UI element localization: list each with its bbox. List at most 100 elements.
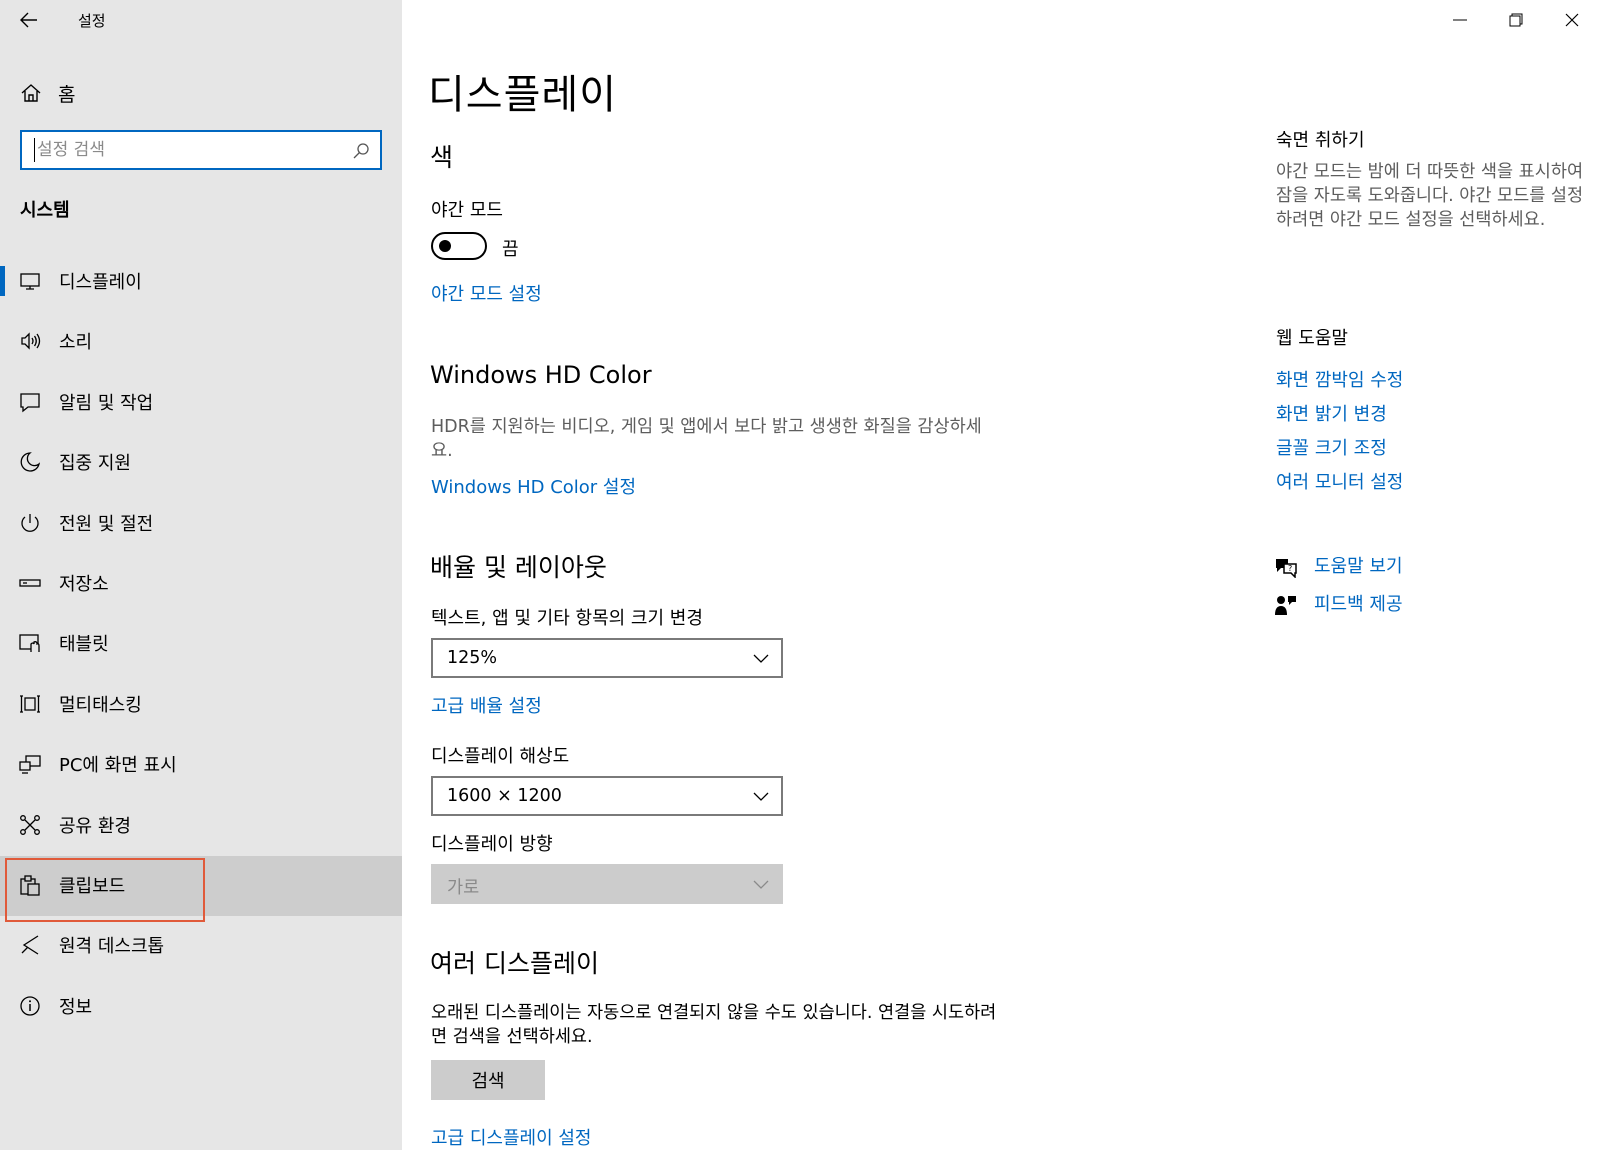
sidebar-item-clipboard[interactable]: 클립보드 [0, 855, 402, 922]
advanced-scale-link[interactable]: 고급 배율 설정 [431, 692, 542, 718]
sidebar-item-notifications[interactable]: 알림 및 작업 [0, 373, 402, 433]
search-input[interactable] [34, 138, 334, 162]
maximize-button[interactable] [1488, 0, 1544, 40]
orientation-dropdown[interactable]: 가로 [431, 864, 783, 904]
chevron-down-icon [753, 880, 769, 889]
sidebar-item-label: 저장소 [59, 573, 109, 595]
sidebar-item-label: 집중 지원 [59, 453, 131, 475]
sidebar-item-tablet[interactable]: 태블릿 [0, 614, 402, 674]
hdr-description: HDR를 지원하는 비디오, 게임 및 앱에서 보다 밝고 생생한 화질을 감상… [431, 417, 982, 461]
scale-section-title: 배율 및 레이아웃 [430, 553, 607, 582]
home-label: 홈 [58, 84, 76, 106]
orientation-label: 디스플레이 방향 [431, 834, 553, 855]
web-help-link-brightness[interactable]: 화면 밝기 변경 [1276, 400, 1387, 426]
sidebar-item-focus-assist[interactable]: 집중 지원 [0, 433, 402, 493]
web-help-link-multi-monitor[interactable]: 여러 모니터 설정 [1276, 468, 1403, 494]
sidebar-item-storage[interactable]: 저장소 [0, 554, 402, 614]
resolution-value: 1600 × 1200 [447, 786, 562, 806]
storage-icon [19, 579, 41, 587]
clipboard-icon [20, 875, 40, 896]
minimize-button[interactable] [1432, 0, 1488, 40]
moon-icon [20, 452, 41, 472]
restore-icon [1509, 13, 1523, 27]
project-icon [19, 755, 41, 774]
info-icon [20, 996, 40, 1016]
monitor-icon [20, 273, 40, 290]
sidebar-item-label: 태블릿 [59, 634, 109, 656]
hdr-settings-link[interactable]: Windows HD Color 설정 [431, 473, 636, 499]
tablet-icon [19, 634, 40, 653]
home-icon [21, 84, 41, 102]
sidebar-item-multitasking[interactable]: 멀티태스킹 [0, 675, 402, 735]
sidebar-item-label: 소리 [59, 332, 93, 354]
remote-desktop-icon [21, 935, 39, 955]
speaker-icon [21, 332, 41, 350]
orientation-value: 가로 [447, 878, 480, 898]
sleep-description: 야간 모드는 밤에 더 따뜻한 색을 표시하여 잠을 자도록 도와줍니다. 야간… [1276, 162, 1584, 230]
sidebar-item-label: 클립보드 [59, 875, 126, 897]
sidebar-item-label: 정보 [59, 996, 93, 1018]
sidebar: 설정 홈 시스템 디스플레이 소리 알림 및 작업 집중 지원 전원 및 절전 [0, 0, 402, 1150]
selection-indicator [0, 266, 5, 296]
search-icon[interactable] [352, 142, 370, 160]
sidebar-item-label: PC에 화면 표시 [59, 755, 177, 777]
sidebar-item-label: 멀티태스킹 [59, 694, 142, 716]
sidebar-item-label: 알림 및 작업 [59, 392, 154, 414]
sleep-title: 숙면 취하기 [1276, 130, 1365, 151]
notification-icon [20, 393, 40, 413]
advanced-display-settings-link[interactable]: 고급 디스플레이 설정 [431, 1124, 591, 1150]
title-bar: 설정 [0, 0, 402, 40]
multi-display-description: 오래된 디스플레이는 자동으로 연결되지 않을 수도 있습니다. 연결을 시도하… [431, 1003, 997, 1047]
sidebar-item-shared-experiences[interactable]: 공유 환경 [0, 796, 402, 856]
resolution-label: 디스플레이 해상도 [431, 746, 570, 767]
section-title: 시스템 [20, 200, 70, 221]
toggle-state-label: 끔 [502, 239, 519, 260]
sidebar-item-display[interactable]: 디스플레이 [0, 252, 402, 312]
chevron-down-icon [753, 792, 769, 801]
power-icon [21, 513, 39, 532]
close-button[interactable] [1544, 0, 1600, 40]
color-section-title: 색 [430, 143, 454, 172]
toggle-knob [439, 240, 451, 252]
sidebar-item-sound[interactable]: 소리 [0, 312, 402, 372]
home-nav-item[interactable]: 홈 [0, 72, 402, 112]
night-mode-label: 야간 모드 [431, 200, 503, 221]
multitasking-icon [20, 695, 40, 713]
get-help-link[interactable]: ? 도움말 보기 [1274, 552, 1474, 582]
help-chat-icon: ? [1276, 559, 1297, 578]
sidebar-item-project-to-pc[interactable]: PC에 화면 표시 [0, 735, 402, 795]
scale-value: 125% [447, 648, 498, 668]
back-arrow-icon [20, 12, 37, 28]
night-mode-settings-link[interactable]: 야간 모드 설정 [431, 280, 542, 306]
sidebar-item-about[interactable]: 정보 [0, 977, 402, 1037]
web-help-link-flicker[interactable]: 화면 깜박임 수정 [1276, 366, 1403, 392]
give-feedback-link[interactable]: 피드백 제공 [1274, 590, 1474, 620]
scale-label: 텍스트, 앱 및 기타 항목의 크기 변경 [431, 608, 703, 629]
svg-text:?: ? [1288, 564, 1292, 573]
share-icon [20, 814, 40, 835]
nav-list: 디스플레이 소리 알림 및 작업 집중 지원 전원 및 절전 저장소 태블릿 멀… [0, 252, 402, 1037]
resolution-dropdown[interactable]: 1600 × 1200 [431, 776, 783, 816]
hdr-section-title: Windows HD Color [430, 361, 652, 389]
search-box[interactable] [20, 130, 382, 170]
page-title: 디스플레이 [428, 72, 617, 118]
scale-dropdown[interactable]: 125% [431, 638, 783, 678]
sidebar-item-label: 원격 데스크톱 [59, 936, 165, 958]
sidebar-item-label: 디스플레이 [59, 272, 142, 293]
minimize-icon [1453, 19, 1467, 21]
night-mode-toggle[interactable] [431, 232, 487, 260]
back-button[interactable] [14, 6, 44, 34]
sidebar-item-label: 공유 환경 [59, 815, 131, 837]
detect-button[interactable]: 검색 [431, 1060, 545, 1100]
sidebar-item-power-sleep[interactable]: 전원 및 절전 [0, 494, 402, 554]
web-help-link-font-size[interactable]: 글꼴 크기 조정 [1276, 434, 1387, 460]
app-title: 설정 [78, 12, 106, 30]
get-help-label: 도움말 보기 [1314, 556, 1403, 577]
sidebar-item-remote-desktop[interactable]: 원격 데스크톱 [0, 916, 402, 976]
web-help-title: 웹 도움말 [1276, 328, 1348, 349]
chevron-down-icon [753, 654, 769, 663]
sidebar-item-label: 전원 및 절전 [59, 513, 154, 535]
give-feedback-label: 피드백 제공 [1314, 594, 1403, 615]
feedback-icon [1275, 596, 1296, 615]
multi-display-section-title: 여러 디스플레이 [430, 949, 599, 978]
